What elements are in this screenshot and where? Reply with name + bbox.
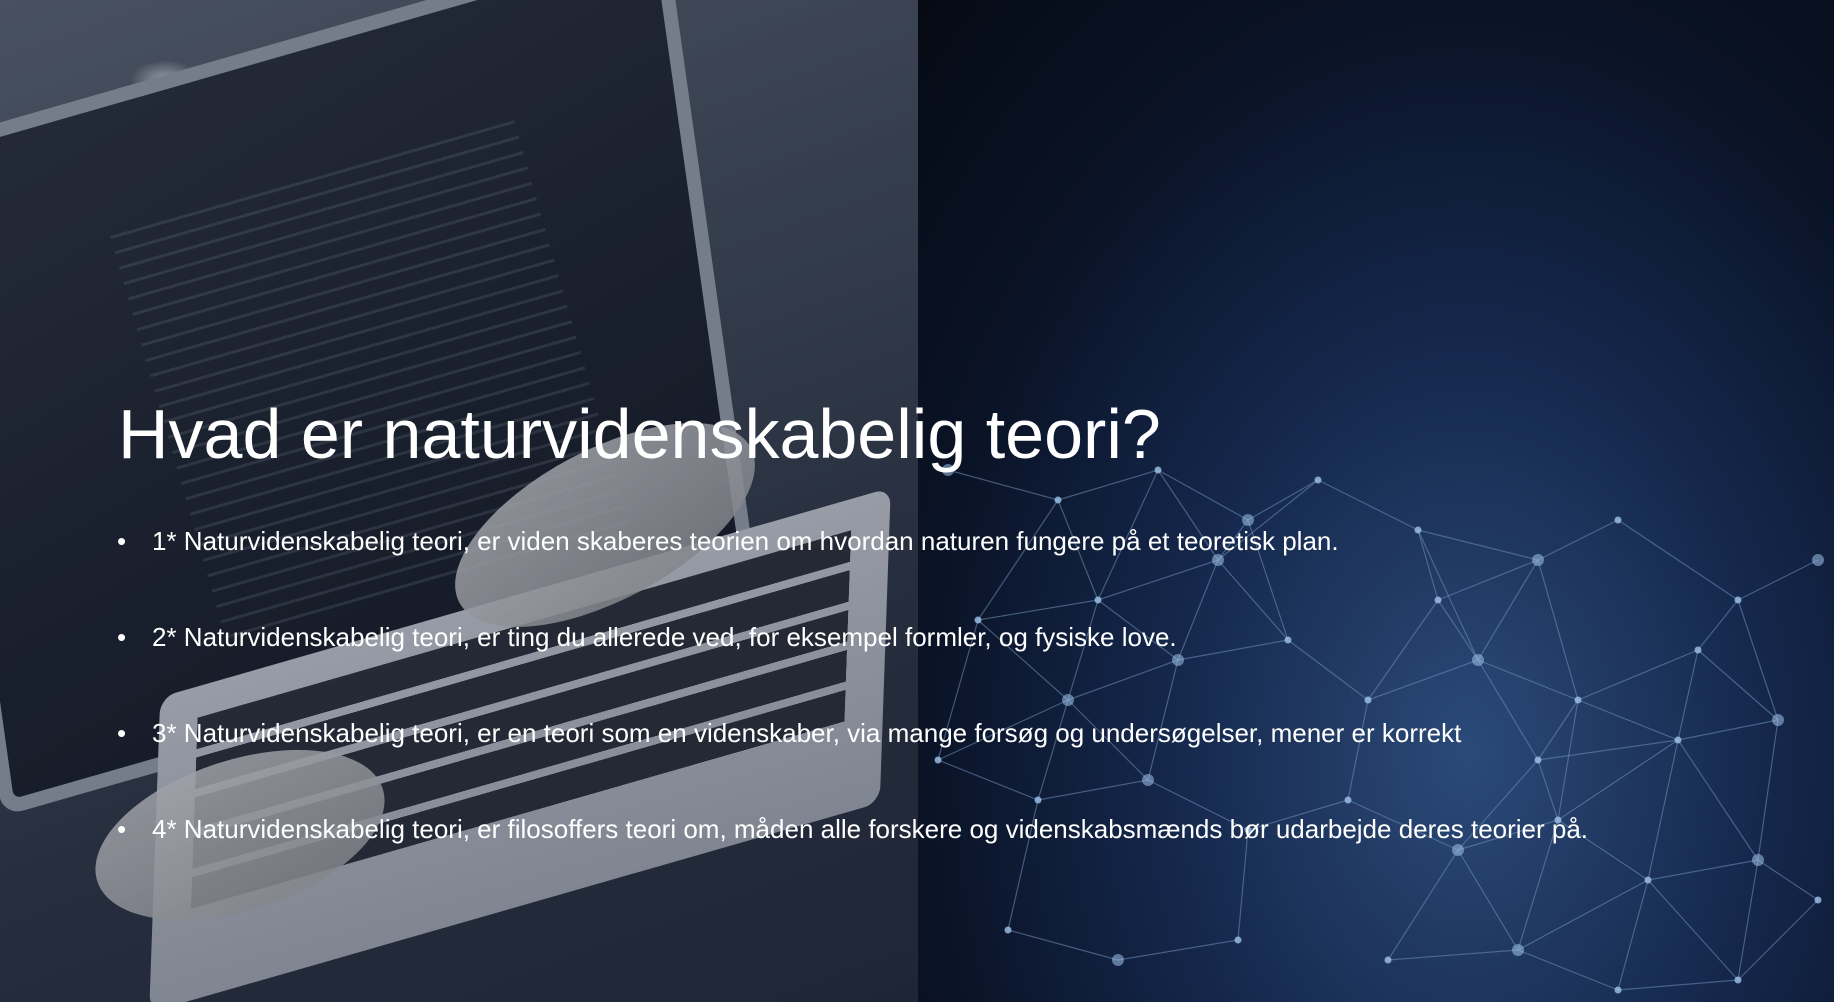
bullet-text: 4* Naturvidenskabelig teori, er filosoff… — [152, 814, 1589, 844]
network-node — [1812, 554, 1824, 566]
network-node — [1054, 496, 1062, 504]
bullet-text: 3* Naturvidenskabelig teori, er en teori… — [152, 718, 1462, 748]
presentation-slide: Hvad er naturvidenskabelig teori? • 1* Na… — [0, 0, 1834, 1002]
bullet-text: 2* Naturvidenskabelig teori, er ting du … — [152, 622, 1177, 652]
bullet-item-1: • 1* Naturvidenskabelig teori, er viden s… — [117, 523, 1757, 559]
network-node — [1512, 944, 1524, 956]
network-node — [1384, 956, 1392, 964]
bullet-list: • 1* Naturvidenskabelig teori, er viden s… — [117, 523, 1757, 907]
network-node — [1234, 936, 1242, 944]
bullet-marker: • — [117, 526, 127, 556]
network-link — [1617, 979, 1739, 991]
network-link — [1757, 859, 1819, 901]
bullet-item-4: • 4* Naturvidenskabelig teori, er filosof… — [117, 811, 1757, 847]
network-link — [1247, 479, 1319, 521]
network-link — [1737, 899, 1819, 981]
network-node — [1314, 476, 1322, 484]
network-node — [1112, 954, 1124, 966]
network-link — [1007, 929, 1119, 961]
bullet-item-3: • 3* Naturvidenskabelig teori, er en teor… — [117, 715, 1757, 751]
network-node — [1614, 986, 1622, 994]
network-link — [1157, 469, 1249, 521]
network-node — [1004, 926, 1012, 934]
bullet-text: 1* Naturvidenskabelig teori, er viden sk… — [152, 526, 1339, 556]
network-link — [1517, 949, 1619, 991]
network-node — [1772, 714, 1784, 726]
network-link — [1387, 949, 1519, 961]
bullet-item-2: • 2* Naturvidenskabelig teori, er ting du… — [117, 619, 1757, 655]
slide-title: Hvad er naturvidenskabelig teori? — [118, 395, 1161, 473]
network-node — [1814, 896, 1822, 904]
bullet-marker: • — [117, 718, 127, 748]
network-link — [1117, 939, 1239, 961]
bullet-marker: • — [117, 814, 127, 844]
network-link — [1757, 719, 1779, 861]
bullet-marker: • — [117, 622, 127, 652]
network-node — [1734, 976, 1742, 984]
